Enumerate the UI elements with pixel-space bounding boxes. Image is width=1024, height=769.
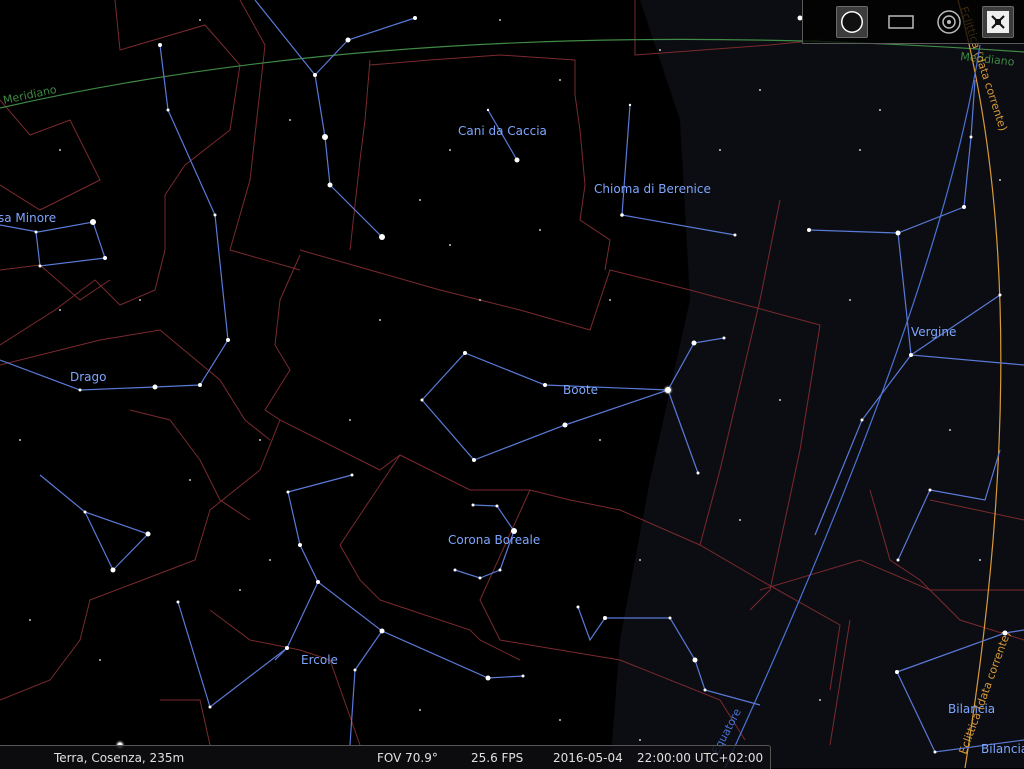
fps-text: 25.6 FPS: [471, 751, 524, 765]
label-virgo: Vergine: [911, 325, 956, 339]
target-icon: [937, 9, 961, 34]
location-text: Terra, Cosenza, 235m: [54, 751, 185, 765]
top-right-toolbar: [802, 0, 1024, 44]
label-hercules: Ercole: [301, 653, 338, 667]
rectangle-icon: [888, 14, 914, 29]
label-ursa-minor: sa Minore: [0, 211, 56, 225]
ocular-frame-button[interactable]: [886, 7, 916, 37]
sky-view[interactable]: Meridiano Meridiano Eclittica (data corr…: [0, 0, 1024, 768]
fov-text: FOV 70.9°: [377, 751, 438, 765]
label-canes-venatici: Cani da Caccia: [458, 124, 547, 138]
twilight-glow: [610, 0, 1024, 768]
label-libra: Bilancia: [948, 702, 995, 716]
telescope-icon: [987, 10, 1009, 33]
label-libra-secondary: Bilancia: [981, 742, 1024, 756]
label-draco: Drago: [70, 370, 107, 384]
label-corona-borealis: Corona Boreale: [448, 533, 540, 547]
telescope-button[interactable]: [982, 5, 1014, 38]
status-bar: Terra, Cosenza, 235m FOV 70.9° 25.6 FPS …: [0, 745, 771, 769]
label-bootes: Boote: [563, 383, 598, 397]
meridian-label: Meridiano: [2, 83, 58, 107]
time-text: 22:00:00 UTC+02:00: [637, 751, 764, 765]
planet-disk-button[interactable]: [836, 5, 868, 38]
label-coma-berenices: Chioma di Berenice: [594, 182, 711, 196]
planet-disk-icon: [841, 10, 863, 33]
date-text: 2016-05-04: [553, 751, 623, 765]
ocular-target-button[interactable]: [934, 7, 964, 37]
